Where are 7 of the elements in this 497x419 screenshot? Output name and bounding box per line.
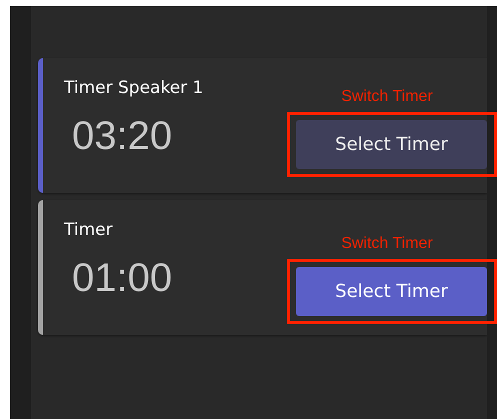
timer-title: Timer <box>64 220 114 240</box>
timer-title: Timer Speaker 1 <box>64 78 204 98</box>
annotation-label: Switch Timer <box>341 235 433 253</box>
select-timer-button[interactable]: Select Timer <box>296 267 487 316</box>
timer-time: 01:00 <box>72 256 172 301</box>
timer-time: 03:20 <box>72 114 174 159</box>
annotation-label: Switch Timer <box>341 88 433 106</box>
